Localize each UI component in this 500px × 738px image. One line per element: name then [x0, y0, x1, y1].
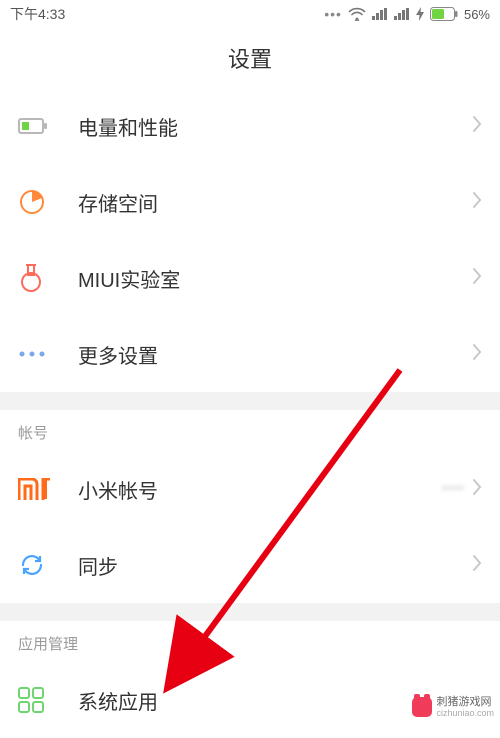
- row-label: 更多设置: [78, 340, 472, 369]
- row-label: 存储空间: [78, 188, 472, 217]
- settings-group-1: 电量和性能 存储空间 MIUI实验室 更多设置: [0, 88, 500, 392]
- apps-grid-icon: [18, 687, 78, 713]
- storage-pie-icon: [18, 188, 78, 216]
- status-bar: 下午4:33 ••• 56%: [0, 0, 500, 28]
- watermark-sub: cizhuniao.com: [436, 708, 494, 718]
- status-time: 下午4:33: [10, 4, 65, 24]
- row-storage[interactable]: 存储空间: [0, 164, 500, 240]
- more-dots-icon: •••: [324, 6, 342, 22]
- settings-group-app-mgmt: 应用管理 系统应用: [0, 621, 500, 738]
- watermark-logo-icon: [412, 697, 432, 717]
- chevron-right-icon: [472, 478, 482, 501]
- more-dots-icon: [18, 350, 78, 358]
- chevron-right-icon: [472, 191, 482, 214]
- battery-percent: 56%: [464, 7, 490, 22]
- settings-group-accounts: 帐号 小米帐号 •••• 同步: [0, 410, 500, 603]
- row-label: 同步: [78, 551, 472, 580]
- battery-rect-icon: [18, 115, 78, 137]
- chevron-right-icon: [472, 343, 482, 366]
- chevron-right-icon: [472, 554, 482, 577]
- chevron-right-icon: [472, 115, 482, 138]
- sync-icon: [18, 551, 78, 579]
- row-label: 小米帐号: [78, 475, 442, 504]
- mi-logo-icon: [18, 478, 78, 500]
- row-miui-lab[interactable]: MIUI实验室: [0, 240, 500, 316]
- section-header-accounts: 帐号: [0, 410, 500, 451]
- signal-icon-2: [394, 8, 410, 20]
- page-title: 设置: [228, 42, 272, 74]
- row-sync[interactable]: 同步: [0, 527, 500, 603]
- page-title-bar: 设置: [0, 28, 500, 88]
- wifi-icon: [348, 7, 366, 21]
- charging-icon: [416, 7, 424, 21]
- signal-icon-1: [372, 8, 388, 20]
- row-label: 电量和性能: [78, 112, 472, 141]
- account-value: ••••: [442, 480, 464, 498]
- battery-icon: [430, 7, 458, 21]
- status-indicators: ••• 56%: [324, 6, 490, 22]
- row-more-settings[interactable]: 更多设置: [0, 316, 500, 392]
- row-label: MIUI实验室: [78, 264, 472, 293]
- row-mi-account[interactable]: 小米帐号 ••••: [0, 451, 500, 527]
- watermark-title: 刺猪游戏网: [436, 696, 494, 708]
- watermark: 刺猪游戏网 cizhuniao.com: [412, 696, 494, 718]
- section-header-app-mgmt: 应用管理: [0, 621, 500, 662]
- chevron-right-icon: [472, 267, 482, 290]
- lab-flask-icon: [18, 263, 78, 293]
- row-battery-performance[interactable]: 电量和性能: [0, 88, 500, 164]
